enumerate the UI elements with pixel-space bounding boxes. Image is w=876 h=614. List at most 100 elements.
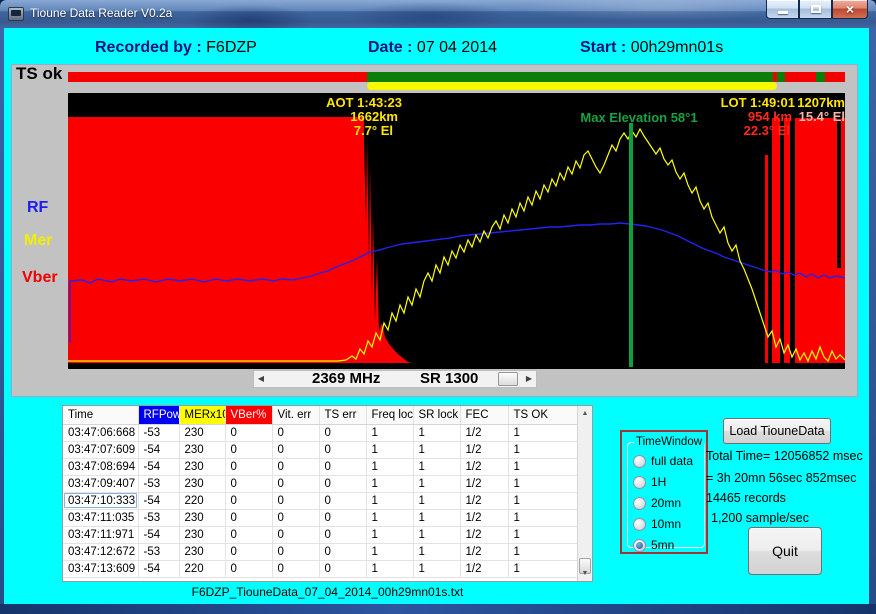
table-cell[interactable]: 1/2 <box>460 424 508 441</box>
table-cell[interactable]: 230 <box>179 526 225 543</box>
radio-20mn[interactable]: 20mn <box>633 496 704 510</box>
table-row[interactable]: 03:47:13:609-54220000111/21 <box>63 560 578 577</box>
table-cell[interactable]: 1/2 <box>460 458 508 475</box>
table-cell[interactable]: 0 <box>272 441 319 458</box>
radio-10mn[interactable]: 10mn <box>633 517 704 531</box>
table-row[interactable]: 03:47:06:668-53230000111/21 <box>63 424 578 441</box>
table-cell[interactable]: 0 <box>272 543 319 560</box>
table-cell[interactable]: 0 <box>319 492 366 509</box>
table-scrollbar[interactable]: ▲ ▼ <box>577 406 592 581</box>
table-cell[interactable]: 03:47:10:333 <box>63 492 138 509</box>
table-cell[interactable]: 1 <box>366 424 413 441</box>
table-cell[interactable]: 1 <box>366 441 413 458</box>
table-cell[interactable]: 0 <box>225 441 272 458</box>
table-cell[interactable]: 0 <box>319 475 366 492</box>
table-cell[interactable]: 0 <box>225 526 272 543</box>
table-cell[interactable]: 1 <box>413 441 460 458</box>
close-button[interactable]: × <box>832 0 868 19</box>
table-cell[interactable]: 03:47:08:694 <box>63 458 138 475</box>
table-cell[interactable]: 1 <box>508 475 578 492</box>
table-cell[interactable]: 220 <box>179 560 225 577</box>
radio-5mn[interactable]: 5mn <box>633 538 704 552</box>
table-cell[interactable]: 0 <box>319 509 366 526</box>
table-cell[interactable]: 230 <box>179 475 225 492</box>
table-row[interactable]: 03:47:11:035-53230000111/21 <box>63 509 578 526</box>
table-cell[interactable]: 1 <box>413 458 460 475</box>
table-cell[interactable]: 0 <box>225 509 272 526</box>
table-cell[interactable]: -53 <box>138 475 179 492</box>
table-cell[interactable]: 03:47:13:609 <box>63 560 138 577</box>
table-cell[interactable]: 230 <box>179 509 225 526</box>
table-cell[interactable]: 230 <box>179 458 225 475</box>
table-cell[interactable]: 1 <box>413 424 460 441</box>
table-cell[interactable]: 0 <box>225 492 272 509</box>
table-cell[interactable]: 0 <box>319 441 366 458</box>
table-cell[interactable]: 0 <box>272 475 319 492</box>
table-cell[interactable]: 1 <box>508 543 578 560</box>
table-cell[interactable]: 1 <box>508 526 578 543</box>
table-cell[interactable]: 1 <box>413 526 460 543</box>
table-cell[interactable]: 0 <box>225 475 272 492</box>
table-cell[interactable]: 1 <box>366 526 413 543</box>
table-cell[interactable]: 1/2 <box>460 492 508 509</box>
table-cell[interactable]: 1/2 <box>460 526 508 543</box>
table-cell[interactable]: -53 <box>138 424 179 441</box>
table-cell[interactable]: -54 <box>138 560 179 577</box>
minimize-button[interactable] <box>766 0 799 19</box>
scroll-left-icon[interactable]: ◀ <box>254 371 268 387</box>
scroll-down-icon[interactable]: ▼ <box>578 566 592 581</box>
table-cell[interactable]: 1 <box>366 475 413 492</box>
table-cell[interactable]: 03:47:11:971 <box>63 526 138 543</box>
table-cell[interactable]: 1/2 <box>460 509 508 526</box>
table-row[interactable]: 03:47:12:672-53230000111/21 <box>63 543 578 560</box>
table-cell[interactable]: 230 <box>179 424 225 441</box>
radio-button-icon[interactable] <box>633 539 646 552</box>
radio-button-icon[interactable] <box>633 518 646 531</box>
scroll-up-icon[interactable]: ▲ <box>578 406 592 421</box>
table-cell[interactable]: 03:47:11:035 <box>63 509 138 526</box>
table-cell[interactable]: 1 <box>508 424 578 441</box>
table-cell[interactable]: 0 <box>272 458 319 475</box>
table-cell[interactable]: 0 <box>319 526 366 543</box>
table-cell[interactable]: 0 <box>225 543 272 560</box>
table-cell[interactable]: 1 <box>413 475 460 492</box>
table-cell[interactable]: 1 <box>366 458 413 475</box>
table-cell[interactable]: -54 <box>138 492 179 509</box>
quit-button[interactable]: Quit <box>748 527 822 575</box>
table-cell[interactable]: 1 <box>508 560 578 577</box>
radio-full-data[interactable]: full data <box>633 454 704 468</box>
table-cell[interactable]: 1 <box>508 509 578 526</box>
table-cell[interactable]: 03:47:09:407 <box>63 475 138 492</box>
table-row[interactable]: 03:47:11:971-54230000111/21 <box>63 526 578 543</box>
table-cell[interactable]: 1 <box>413 560 460 577</box>
table-cell[interactable]: 1 <box>366 509 413 526</box>
table-cell[interactable]: 1 <box>366 560 413 577</box>
table-cell[interactable]: 0 <box>272 509 319 526</box>
table-cell[interactable]: 0 <box>225 560 272 577</box>
table-cell[interactable]: -53 <box>138 509 179 526</box>
table-cell[interactable]: 1/2 <box>460 543 508 560</box>
table-row[interactable]: 03:47:08:694-54230000111/21 <box>63 458 578 475</box>
table-row[interactable]: 03:47:07:609-54230000111/21 <box>63 441 578 458</box>
table-cell[interactable]: 0 <box>272 492 319 509</box>
table-cell[interactable]: 1 <box>413 509 460 526</box>
table-cell[interactable]: 0 <box>319 543 366 560</box>
radio-button-icon[interactable] <box>633 476 646 489</box>
table-cell[interactable]: 230 <box>179 441 225 458</box>
table-cell[interactable]: 0 <box>272 560 319 577</box>
table-cell[interactable]: 1 <box>508 492 578 509</box>
table-cell[interactable]: 1/2 <box>460 441 508 458</box>
scrollbar-thumb[interactable] <box>498 372 518 386</box>
table-cell[interactable]: 1 <box>413 543 460 560</box>
table-cell[interactable]: 1/2 <box>460 475 508 492</box>
table-cell[interactable]: 1/2 <box>460 560 508 577</box>
table-cell[interactable]: -54 <box>138 526 179 543</box>
table-cell[interactable]: 0 <box>225 458 272 475</box>
table-cell[interactable]: 0 <box>319 424 366 441</box>
load-tiounedata-button[interactable]: Load TiouneData <box>723 418 831 444</box>
table-cell[interactable]: -53 <box>138 543 179 560</box>
radio-button-icon[interactable] <box>633 455 646 468</box>
table-cell[interactable]: 0 <box>225 424 272 441</box>
table-cell[interactable]: -54 <box>138 441 179 458</box>
radio-1h[interactable]: 1H <box>633 475 704 489</box>
